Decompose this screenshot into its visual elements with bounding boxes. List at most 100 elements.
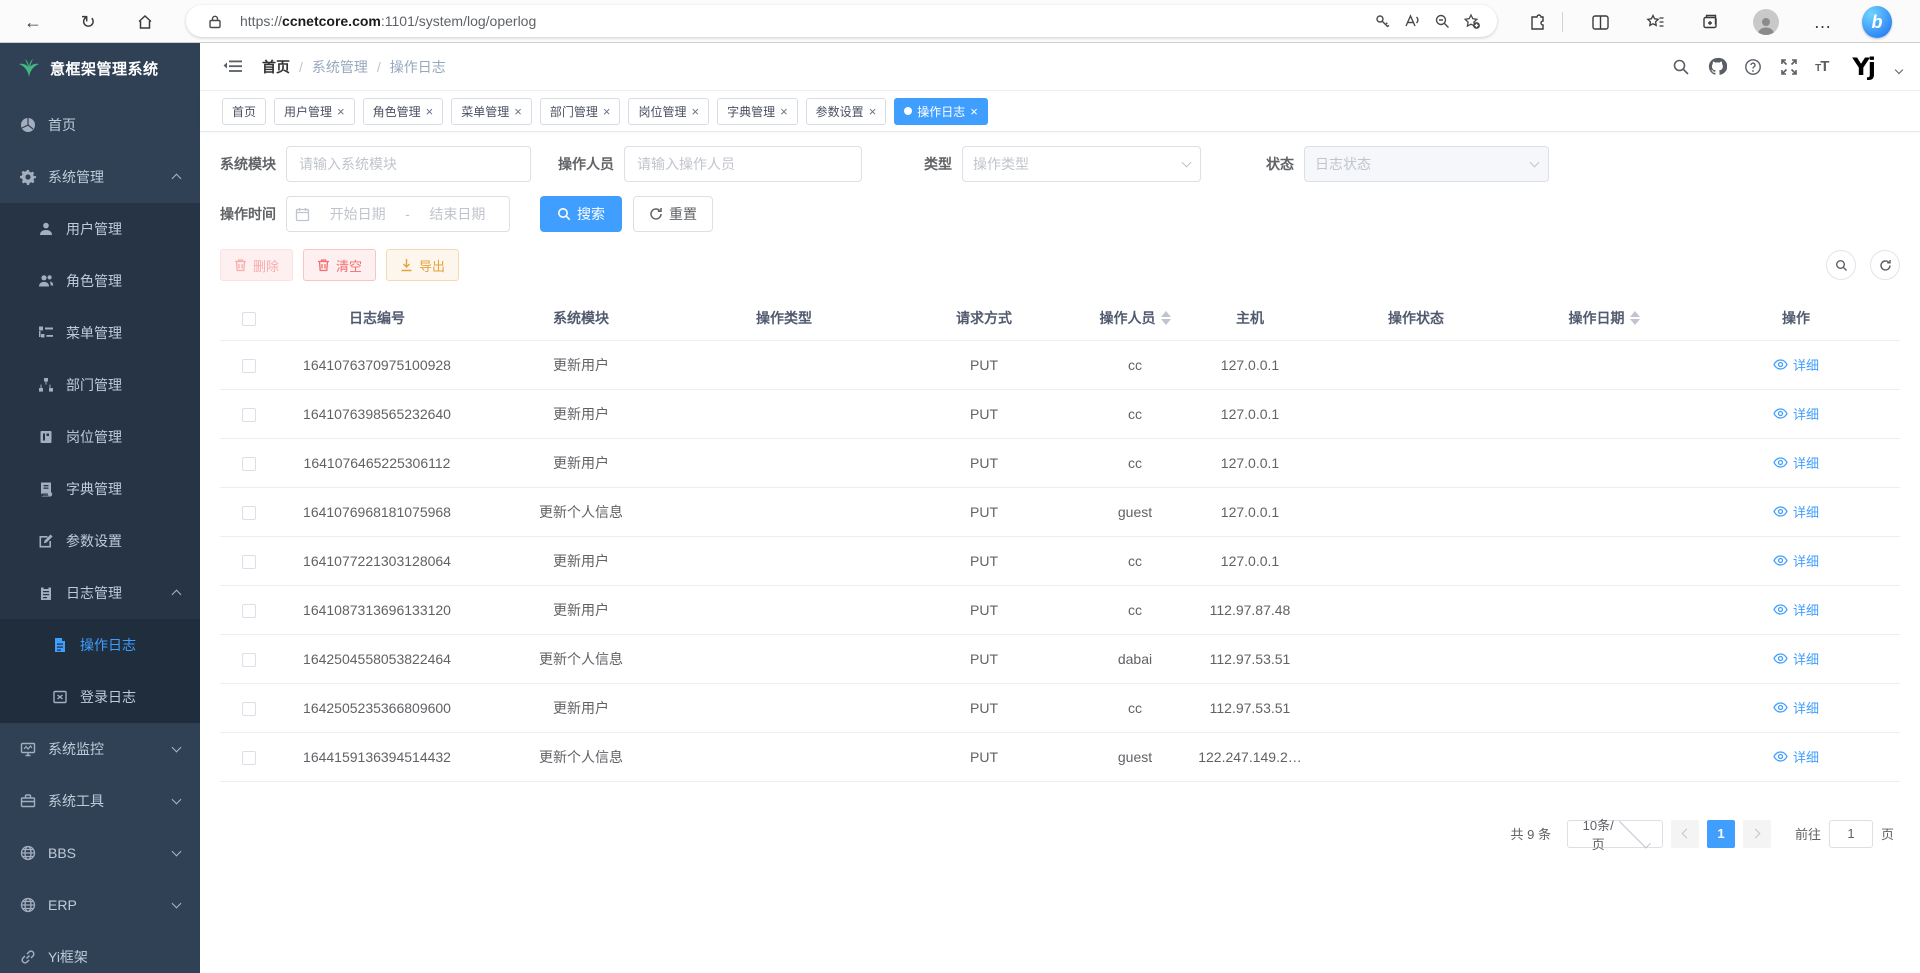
row-checkbox[interactable] (242, 555, 256, 569)
sidebar-item-system-monitor[interactable]: 系统监控 (0, 723, 200, 775)
tag-menu-mgmt[interactable]: 菜单管理 (451, 98, 532, 125)
table-search-toggle-icon[interactable] (1826, 250, 1856, 280)
breadcrumb-section[interactable]: 系统管理 (312, 57, 368, 77)
detail-link[interactable]: 详细 (1773, 355, 1819, 374)
tag-post-mgmt[interactable]: 岗位管理 (628, 98, 709, 125)
clear-button[interactable]: 清空 (303, 249, 376, 281)
tag-oper-log[interactable]: 操作日志 (894, 98, 988, 125)
row-checkbox[interactable] (242, 506, 256, 520)
font-size-icon[interactable]: TT (1815, 58, 1828, 75)
close-icon[interactable] (337, 105, 345, 118)
tag-user-mgmt[interactable]: 用户管理 (274, 98, 355, 125)
page-number-current[interactable]: 1 (1707, 820, 1735, 848)
detail-link[interactable]: 详细 (1773, 698, 1819, 717)
help-icon[interactable] (1743, 57, 1763, 77)
add-favorite-icon[interactable] (1457, 8, 1487, 34)
close-icon[interactable] (426, 105, 434, 118)
sidebar-item-user-mgmt[interactable]: 用户管理 (0, 203, 200, 255)
github-icon[interactable] (1707, 57, 1727, 77)
sort-icon[interactable] (1630, 311, 1640, 325)
password-key-icon[interactable] (1367, 8, 1397, 34)
sidebar-item-menu-mgmt[interactable]: 菜单管理 (0, 307, 200, 359)
browser-settings-more-icon[interactable]: … (1808, 7, 1838, 37)
url-text[interactable]: https://ccnetcore.com:1101/system/log/op… (240, 13, 1367, 29)
row-checkbox[interactable] (242, 408, 256, 422)
sidebar-item-system-mgmt[interactable]: 系统管理 (0, 151, 200, 203)
detail-link[interactable]: 详细 (1773, 747, 1819, 766)
tag-role-mgmt[interactable]: 角色管理 (363, 98, 444, 125)
header-search-icon[interactable] (1671, 57, 1691, 77)
operator-input[interactable] (624, 146, 862, 182)
user-avatar-logo[interactable]: Yj (1852, 53, 1874, 81)
row-checkbox[interactable] (242, 653, 256, 667)
sidebar-item-oper-log[interactable]: 操作日志 (0, 619, 200, 671)
detail-link[interactable]: 详细 (1773, 600, 1819, 619)
breadcrumb-home[interactable]: 首页 (262, 57, 290, 77)
browser-back-icon[interactable]: ← (19, 8, 47, 36)
split-screen-icon[interactable] (1585, 7, 1615, 37)
chevron-down-icon[interactable] (1895, 65, 1903, 73)
type-select[interactable]: 操作类型 (962, 146, 1201, 182)
detail-link[interactable]: 详细 (1773, 453, 1819, 472)
sidebar-item-log-mgmt[interactable]: 日志管理 (0, 567, 200, 619)
bing-icon[interactable]: b (1862, 7, 1892, 37)
detail-link[interactable]: 详细 (1773, 502, 1819, 521)
tag-dept-mgmt[interactable]: 部门管理 (540, 98, 621, 125)
row-checkbox[interactable] (242, 702, 256, 716)
collections-icon[interactable] (1695, 7, 1725, 37)
goto-page-input[interactable] (1829, 820, 1873, 848)
table-refresh-icon[interactable] (1870, 250, 1900, 280)
close-icon[interactable] (691, 105, 699, 118)
delete-button[interactable]: 删除 (220, 249, 293, 281)
extensions-icon[interactable] (1522, 7, 1552, 37)
sidebar-item-bbs[interactable]: BBS (0, 827, 200, 879)
browser-home-icon[interactable] (131, 8, 159, 36)
close-icon[interactable] (603, 105, 611, 118)
prev-page-button[interactable] (1671, 820, 1699, 848)
status-select[interactable]: 日志状态 (1304, 146, 1549, 182)
export-button[interactable]: 导出 (386, 249, 459, 281)
sidebar-item-login-log[interactable]: 登录日志 (0, 671, 200, 723)
close-icon[interactable] (970, 105, 978, 118)
select-all-checkbox[interactable] (242, 312, 256, 326)
sidebar-item-yi-framework[interactable]: Yi框架 (0, 931, 200, 973)
zoom-out-icon[interactable] (1427, 8, 1457, 34)
collapse-menu-icon[interactable] (222, 56, 244, 78)
sidebar-item-post-mgmt[interactable]: 岗位管理 (0, 411, 200, 463)
sidebar-item-home[interactable]: 首页 (0, 99, 200, 151)
tag-param-settings[interactable]: 参数设置 (806, 98, 887, 125)
detail-link[interactable]: 详细 (1773, 551, 1819, 570)
tag-home[interactable]: 首页 (222, 98, 266, 125)
row-checkbox[interactable] (242, 751, 256, 765)
detail-link[interactable]: 详细 (1773, 649, 1819, 668)
sidebar-item-param-settings[interactable]: 参数设置 (0, 515, 200, 567)
browser-profile-avatar[interactable] (1751, 7, 1781, 37)
next-page-button[interactable] (1743, 820, 1771, 848)
row-checkbox[interactable] (242, 457, 256, 471)
browser-refresh-icon[interactable]: ↻ (74, 8, 102, 36)
read-aloud-icon[interactable] (1397, 8, 1427, 34)
sidebar-item-system-tools[interactable]: 系统工具 (0, 775, 200, 827)
close-icon[interactable] (780, 105, 788, 118)
close-icon[interactable] (869, 105, 877, 118)
sidebar-item-erp[interactable]: ERP (0, 879, 200, 931)
app-logo[interactable]: 意框架管理系统 (0, 43, 200, 93)
row-checkbox[interactable] (242, 359, 256, 373)
module-input[interactable] (286, 146, 531, 182)
fullscreen-icon[interactable] (1779, 57, 1799, 77)
sidebar-item-dept-mgmt[interactable]: 部门管理 (0, 359, 200, 411)
detail-link[interactable]: 详细 (1773, 404, 1819, 423)
sidebar-item-role-mgmt[interactable]: 角色管理 (0, 255, 200, 307)
edit-icon (38, 533, 54, 549)
page-size-select[interactable]: 10条/页 (1567, 820, 1663, 848)
sidebar-item-dict-mgmt[interactable]: 字典管理 (0, 463, 200, 515)
date-range-picker[interactable]: 开始日期 - 结束日期 (286, 196, 510, 232)
reset-button[interactable]: 重置 (633, 196, 713, 232)
browser-address-bar[interactable]: https://ccnetcore.com:1101/system/log/op… (186, 5, 1497, 37)
favorites-icon[interactable] (1640, 7, 1670, 37)
tag-dict-mgmt[interactable]: 字典管理 (717, 98, 798, 125)
search-button[interactable]: 搜索 (540, 196, 622, 232)
close-icon[interactable] (514, 105, 522, 118)
row-checkbox[interactable] (242, 604, 256, 618)
sort-icon[interactable] (1161, 311, 1171, 325)
